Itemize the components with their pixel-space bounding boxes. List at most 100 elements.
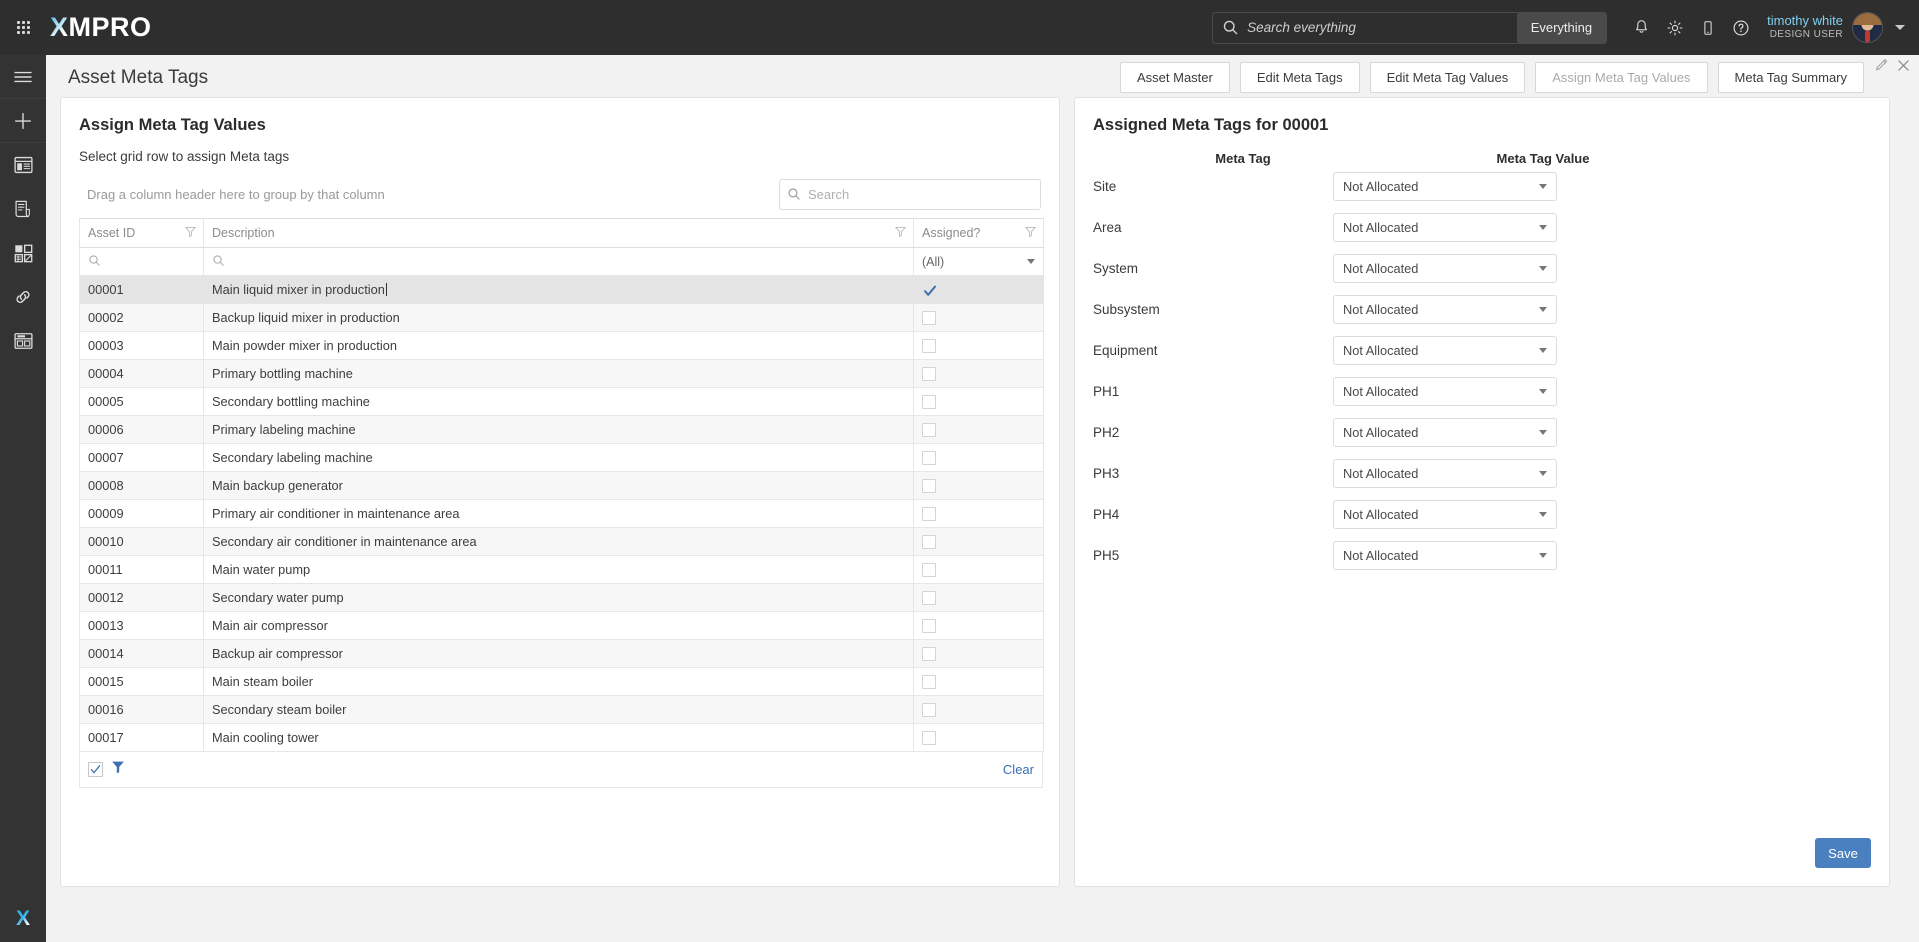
filter-icon[interactable] <box>184 226 197 240</box>
group-by-dropzone[interactable]: Drag a column header here to group by th… <box>79 187 385 202</box>
table-row[interactable]: 00016 Secondary steam boiler <box>79 695 1044 724</box>
meta-tag-value-dropdown[interactable]: Not Allocated <box>1333 459 1557 488</box>
cell-assigned[interactable] <box>913 723 1044 752</box>
table-row[interactable]: 00014 Backup air compressor <box>79 639 1044 668</box>
chevron-down-icon[interactable] <box>1895 25 1905 30</box>
assigned-checkbox[interactable] <box>922 311 936 326</box>
tab-edit-meta-tag-values[interactable]: Edit Meta Tag Values <box>1369 62 1526 93</box>
column-header-asset-id[interactable]: Asset ID <box>79 218 204 248</box>
cell-assigned[interactable] <box>913 359 1044 388</box>
meta-tag-value-dropdown[interactable]: Not Allocated <box>1333 295 1557 324</box>
table-row[interactable]: 00011 Main water pump <box>79 555 1044 584</box>
assigned-checkbox[interactable] <box>922 619 936 634</box>
assigned-checkbox[interactable] <box>922 535 936 550</box>
sidebar-item-layout[interactable] <box>0 319 46 363</box>
assigned-checkbox[interactable] <box>922 423 936 438</box>
table-row[interactable]: 00013 Main air compressor <box>79 611 1044 640</box>
assigned-checkbox[interactable] <box>922 339 936 354</box>
column-header-assigned[interactable]: Assigned? <box>913 218 1044 248</box>
column-header-description[interactable]: Description <box>203 218 914 248</box>
cell-assigned[interactable] <box>913 583 1044 612</box>
table-row[interactable]: 00015 Main steam boiler <box>79 667 1044 696</box>
table-row[interactable]: 00004 Primary bottling machine <box>79 359 1044 388</box>
table-row[interactable]: 00006 Primary labeling machine <box>79 415 1044 444</box>
settings-button[interactable] <box>1658 0 1691 55</box>
tab-meta-tag-summary[interactable]: Meta Tag Summary <box>1717 62 1864 93</box>
filter-cell-description[interactable] <box>203 247 914 276</box>
table-row[interactable]: 00003 Main powder mixer in production <box>79 331 1044 360</box>
meta-tag-value-dropdown[interactable]: Not Allocated <box>1333 377 1557 406</box>
checkmark-icon[interactable] <box>922 283 936 297</box>
table-row[interactable]: 00012 Secondary water pump <box>79 583 1044 612</box>
filter-icon[interactable] <box>894 226 907 240</box>
close-icon[interactable] <box>1896 58 1911 78</box>
sidebar-item-add[interactable] <box>0 99 46 143</box>
table-row[interactable]: 00010 Secondary air conditioner in mainte… <box>79 527 1044 556</box>
cell-assigned[interactable] <box>913 303 1044 332</box>
meta-tag-value-dropdown[interactable]: Not Allocated <box>1333 336 1557 365</box>
meta-tag-value-dropdown[interactable]: Not Allocated <box>1333 541 1557 570</box>
tab-edit-meta-tags[interactable]: Edit Meta Tags <box>1239 62 1360 93</box>
global-search-box[interactable]: Everything <box>1212 11 1608 44</box>
sidebar-item-menu[interactable] <box>0 55 46 99</box>
table-row[interactable]: 00007 Secondary labeling machine <box>79 443 1044 472</box>
search-scope-everything-button[interactable]: Everything <box>1516 12 1607 43</box>
meta-tag-value-dropdown[interactable]: Not Allocated <box>1333 500 1557 529</box>
table-row[interactable]: 00001 Main liquid mixer in production <box>79 275 1044 304</box>
help-button[interactable] <box>1724 0 1757 55</box>
table-row[interactable]: 00009 Primary air conditioner in maintena… <box>79 499 1044 528</box>
assigned-checkbox[interactable] <box>922 367 936 382</box>
table-row[interactable]: 00017 Main cooling tower <box>79 723 1044 752</box>
assigned-checkbox[interactable] <box>922 731 936 746</box>
grid-search-input[interactable] <box>808 186 1040 202</box>
cell-assigned[interactable] <box>913 527 1044 556</box>
cell-assigned[interactable] <box>913 499 1044 528</box>
assigned-checkbox[interactable] <box>922 395 936 410</box>
cell-assigned[interactable] <box>913 639 1044 668</box>
assigned-checkbox[interactable] <box>922 591 936 606</box>
sidebar-item-document[interactable] <box>0 187 46 231</box>
table-row[interactable]: 00002 Backup liquid mixer in production <box>79 303 1044 332</box>
funnel-icon[interactable] <box>111 760 125 779</box>
cell-assigned[interactable] <box>913 415 1044 444</box>
tab-assign-meta-tag-values[interactable]: Assign Meta Tag Values <box>1535 62 1708 93</box>
global-search-input[interactable] <box>1247 20 1517 35</box>
user-menu[interactable]: timothy white DESIGN USER <box>1767 12 1883 43</box>
assigned-checkbox[interactable] <box>922 675 936 690</box>
cell-assigned[interactable] <box>913 611 1044 640</box>
cell-assigned[interactable] <box>913 387 1044 416</box>
assigned-checkbox[interactable] <box>922 647 936 662</box>
table-row[interactable]: 00005 Secondary bottling machine <box>79 387 1044 416</box>
assigned-checkbox[interactable] <box>922 507 936 522</box>
sidebar-item-links[interactable] <box>0 275 46 319</box>
table-row[interactable]: 00008 Main backup generator <box>79 471 1044 500</box>
filter-enabled-checkbox[interactable] <box>88 762 103 777</box>
meta-tag-value-dropdown[interactable]: Not Allocated <box>1333 254 1557 283</box>
mobile-app-button[interactable] <box>1691 0 1724 55</box>
cell-assigned[interactable] <box>913 667 1044 696</box>
meta-tag-value-dropdown[interactable]: Not Allocated <box>1333 172 1557 201</box>
save-button[interactable]: Save <box>1815 838 1871 868</box>
filter-cell-asset-id[interactable] <box>79 247 204 276</box>
assigned-checkbox[interactable] <box>922 479 936 494</box>
notifications-button[interactable] <box>1625 0 1658 55</box>
assigned-filter-dropdown[interactable]: (All) <box>922 255 1035 269</box>
meta-tag-value-dropdown[interactable]: Not Allocated <box>1333 213 1557 242</box>
sidebar-item-apps[interactable] <box>0 231 46 275</box>
cell-assigned[interactable] <box>913 695 1044 724</box>
sidebar-item-dashboard[interactable] <box>0 143 46 187</box>
clear-filter-link[interactable]: Clear <box>1003 762 1034 777</box>
edit-pencil-icon[interactable] <box>1874 58 1889 78</box>
cell-assigned[interactable] <box>913 555 1044 584</box>
grid-search-box[interactable] <box>779 178 1041 210</box>
filter-icon[interactable] <box>1024 226 1037 240</box>
meta-tag-value-dropdown[interactable]: Not Allocated <box>1333 418 1557 447</box>
filter-cell-assigned[interactable]: (All) <box>913 247 1044 276</box>
cell-assigned[interactable] <box>913 471 1044 500</box>
assigned-checkbox[interactable] <box>922 563 936 578</box>
cell-assigned[interactable] <box>913 331 1044 360</box>
cell-assigned[interactable] <box>913 275 1044 304</box>
assigned-checkbox[interactable] <box>922 451 936 466</box>
cell-assigned[interactable] <box>913 443 1044 472</box>
app-launcher-button[interactable] <box>0 21 46 34</box>
